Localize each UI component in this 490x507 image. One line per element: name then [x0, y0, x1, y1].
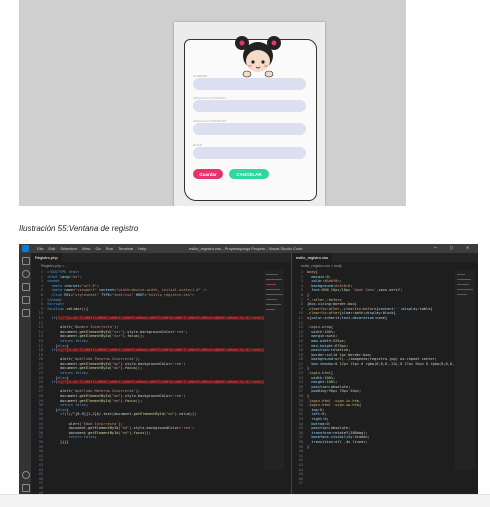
editor-splitter[interactable]	[291, 253, 292, 496]
right-line-numbers: 1 2 3 4 5 6 7 8 9 10 11 12 13 14 15 16 1…	[298, 270, 303, 486]
apellido-materno-input[interactable]	[193, 123, 306, 135]
right-editor-tabs: estilo_registro.css	[292, 253, 478, 262]
left-minimap[interactable]	[264, 270, 284, 470]
title-bar: File Edit Selection View Go Run Terminal Help e…	[19, 244, 478, 253]
registration-form-card: NOMBRE APELLIDO PATERNO APELLIDO MATERNO…	[174, 22, 325, 206]
run-debug-icon[interactable]	[22, 296, 30, 304]
vscode-logo-icon	[22, 245, 29, 252]
paper-sheet: NOMBRE APELLIDO PATERNO APELLIDO MATERNO…	[184, 36, 317, 201]
menu-bar: File Edit Selection View Go Run Terminal Help	[37, 246, 151, 251]
apellido-paterno-input[interactable]	[193, 100, 306, 112]
window-title: estilo_registro.css - Proyectojuego Proy…	[189, 246, 303, 251]
girl-mascot-icon	[235, 36, 281, 78]
right-code: body{ margin:0; color:#6a6f8c; backgroun…	[307, 270, 466, 449]
menu-run[interactable]: Run	[106, 246, 113, 251]
menu-view[interactable]: View	[82, 246, 91, 251]
nombre-input[interactable]	[193, 78, 306, 90]
settings-gear-icon[interactable]	[22, 484, 30, 492]
menu-file[interactable]: File	[37, 246, 43, 251]
page-bottom-bar	[0, 494, 490, 507]
left-editor-tabs: Registro.php	[31, 253, 291, 262]
registrar-button[interactable]: Guardar	[193, 169, 223, 179]
edad-input[interactable]	[193, 147, 306, 159]
figure-caption: Ilustración 55:Ventana de registro	[19, 224, 139, 233]
activity-bar	[19, 253, 31, 496]
menu-selection[interactable]: Selection	[60, 246, 76, 251]
vscode-screenshot: File Edit Selection View Go Run Terminal Help e…	[19, 244, 478, 496]
left-line-numbers: 1 2 3 4 5 6 7 8 9 10 11 12 13 14 15 16 1…	[38, 270, 43, 495]
tab-registro-php[interactable]: Registro.php	[31, 253, 62, 262]
right-breadcrumb[interactable]: estilo_registro.css > body	[301, 264, 342, 268]
left-code: <!DOCTYPE html> <html lang="es"> <head> …	[47, 270, 276, 444]
tab-estilo-registro-css[interactable]: estilo_registro.css	[292, 253, 333, 262]
explorer-icon[interactable]	[22, 257, 30, 265]
registration-window-screenshot: NOMBRE APELLIDO PATERNO APELLIDO MATERNO…	[19, 0, 406, 206]
search-icon[interactable]	[22, 270, 30, 278]
source-control-icon[interactable]	[22, 283, 30, 291]
account-icon[interactable]	[22, 471, 30, 479]
menu-terminal[interactable]: Terminal	[118, 246, 133, 251]
menu-edit[interactable]: Edit	[48, 246, 55, 251]
menu-go[interactable]: Go	[95, 246, 100, 251]
left-breadcrumb[interactable]: Registro.php > ...	[41, 264, 68, 268]
extensions-icon[interactable]	[22, 309, 30, 317]
window-controls[interactable]: – ▢ ✕	[434, 245, 474, 251]
cancelar-button[interactable]: CANCELAR	[229, 169, 269, 179]
menu-help[interactable]: Help	[138, 246, 146, 251]
right-minimap[interactable]	[455, 270, 475, 470]
